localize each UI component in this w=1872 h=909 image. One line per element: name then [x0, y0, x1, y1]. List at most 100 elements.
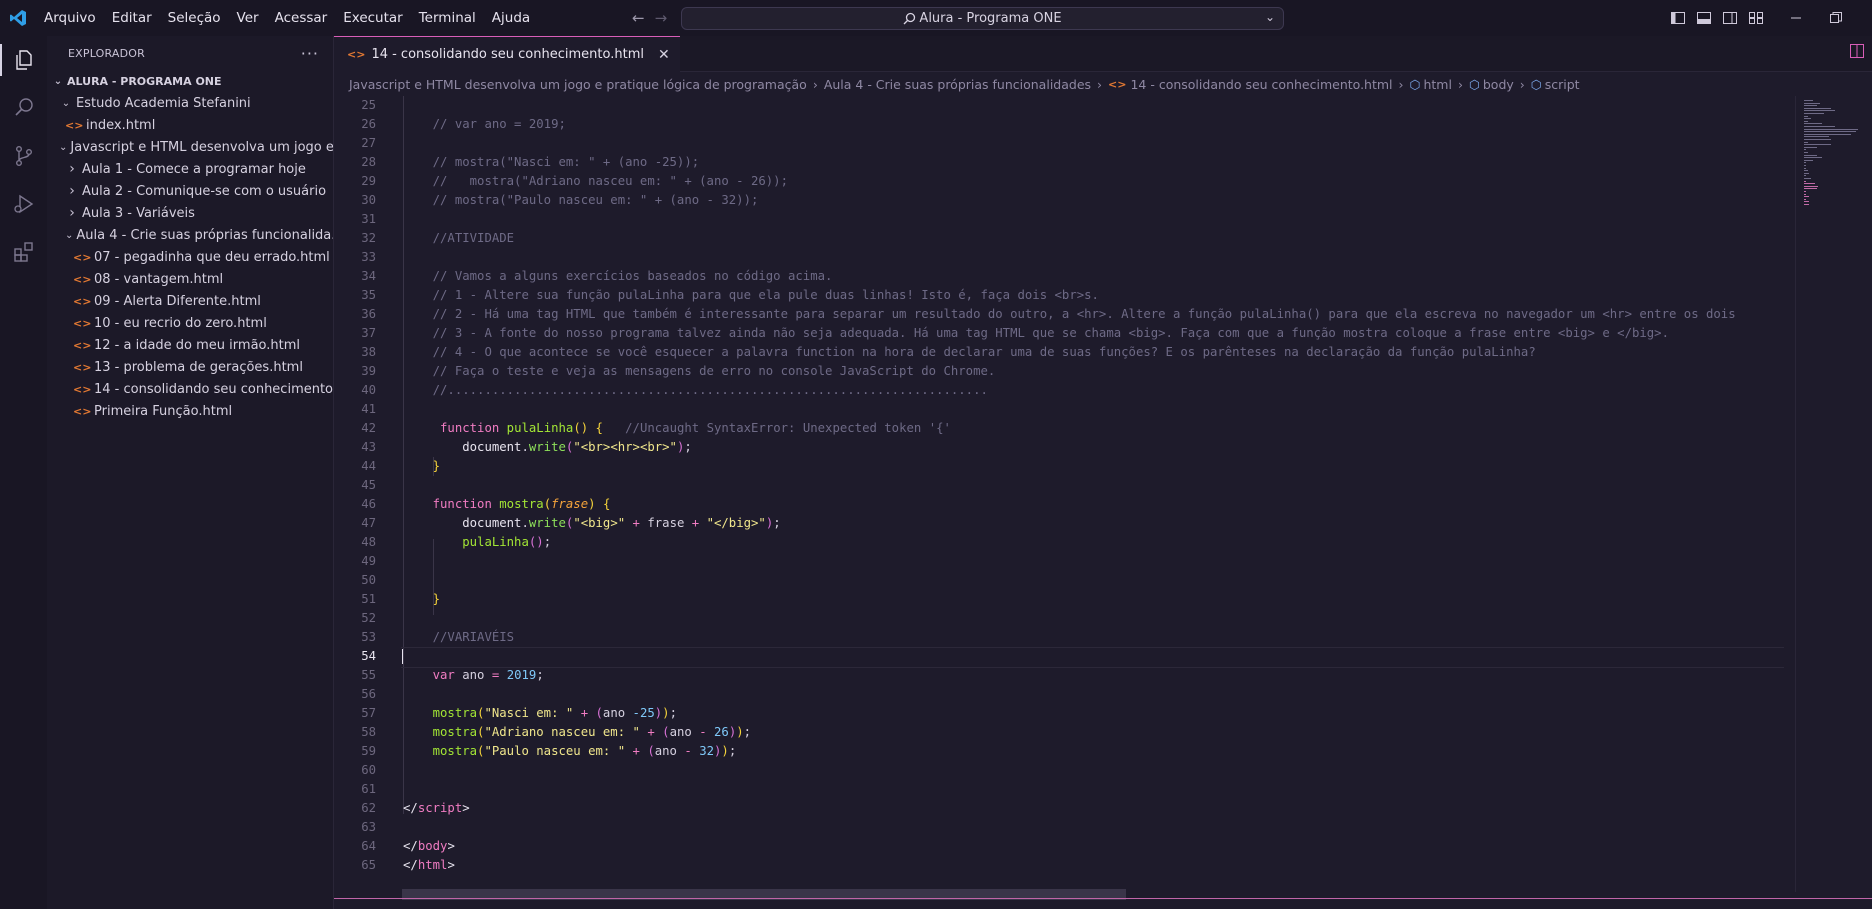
tree-file[interactable]: <> 09 - Alerta Diferente.html [47, 290, 333, 312]
line-number: 25 [361, 98, 376, 112]
line-number: 65 [361, 858, 376, 872]
minimap-line [1804, 128, 1858, 130]
line-number: 50 [361, 573, 376, 587]
toggle-primary-sidebar-icon[interactable] [1670, 10, 1686, 26]
tree-file[interactable]: <> 12 - a idade do meu irmão.html [47, 334, 333, 356]
chevron-down-icon: ⌄ [59, 141, 68, 153]
line-number: 58 [361, 725, 376, 739]
customize-layout-icon[interactable] [1748, 10, 1764, 26]
code-line: 46 function mostra(frase) { [334, 495, 1784, 514]
breadcrumb-item[interactable]: script [1545, 77, 1580, 92]
code-line: 43 document.write("<br><hr><br>"); [334, 438, 1784, 457]
code-text: var ano = 2019; [432, 668, 544, 682]
menu-arquivo[interactable]: Arquivo [36, 0, 104, 36]
code-line: 47 document.write("<big>" + frase + "</b… [334, 514, 1784, 533]
current-line-highlight [401, 647, 1784, 668]
tree-file[interactable]: <> 10 - eu recrio do zero.html [47, 312, 333, 334]
breadcrumb-item[interactable]: body [1483, 77, 1514, 92]
code-text: // 4 - O que acontece se você esquecer a… [432, 345, 1536, 359]
close-icon[interactable]: ✕ [658, 47, 670, 63]
code-line: 31 [334, 210, 1784, 229]
code-text: // mostra("Nasci em: " + (ano -25)); [432, 155, 700, 169]
breadcrumb-item[interactable]: html [1423, 77, 1451, 92]
breadcrumb-item[interactable]: Javascript e HTML desenvolva um jogo e p… [349, 77, 807, 92]
forward-arrow-icon[interactable]: → [655, 9, 668, 27]
chevron-down-icon: ⌄ [65, 229, 74, 241]
menu-seleção[interactable]: Seleção [160, 0, 229, 36]
code-text: // var ano = 2019; [432, 117, 566, 131]
tree-file[interactable]: <> Primeira Função.html [47, 400, 333, 422]
element-icon: ⬡ [1530, 76, 1542, 92]
code-line: 34 // Vamos a alguns exercícios baseados… [334, 267, 1784, 286]
source-control-icon[interactable] [0, 132, 47, 180]
minimap-line [1804, 170, 1808, 172]
minimize-icon[interactable] [1788, 10, 1804, 26]
toggle-panel-icon[interactable] [1696, 10, 1712, 26]
chevron-down-icon[interactable]: ⌄ [1265, 10, 1275, 24]
code-editor[interactable]: 25 26 // var ano = 2019; 27 28 // mostra("N… [334, 96, 1784, 892]
tree-folder[interactable]: ⌄ Javascript e HTML desenvolva um jogo e … [47, 136, 333, 158]
line-number: 44 [361, 459, 376, 473]
breadcrumb-item[interactable]: 14 - consolidando seu conhecimento.html [1130, 77, 1392, 92]
more-actions-icon[interactable]: ··· [301, 44, 319, 63]
chevron-right-icon: › [1519, 76, 1525, 92]
tree-item-label: 07 - pegadinha que deu errado.html [94, 249, 330, 265]
line-number: 51 [361, 592, 376, 606]
code-text: pulaLinha(); [462, 535, 552, 549]
menu-executar[interactable]: Executar [335, 0, 411, 36]
tree-file[interactable]: <> 07 - pegadinha que deu errado.html [47, 246, 333, 268]
chevron-right-icon: › [812, 76, 818, 92]
line-number: 48 [361, 535, 376, 549]
code-text: mostra("Adriano nasceu em: " + (ano - 26… [432, 725, 752, 739]
tree-folder[interactable]: ⌄ Estudo Academia Stefanini [47, 92, 333, 114]
split-editor-icon[interactable] [1850, 44, 1864, 62]
title-bar: Arquivo Editar Seleção Ver Acessar Executar Te… [0, 0, 1872, 36]
code-line: 59 mostra("Paulo nasceu em: " + (ano - 3… [334, 742, 1784, 761]
code-text: // Vamos a alguns exercícios baseados no… [432, 269, 833, 283]
breadcrumb-item[interactable]: Aula 4 - Crie suas próprias funcionalida… [824, 77, 1091, 92]
tree-item-label: Aula 3 - Variáveis [82, 205, 195, 221]
tree-folder[interactable]: › Aula 1 - Comece a programar hoje [47, 158, 333, 180]
code-line: 51 } [334, 590, 1784, 609]
minimap-line [1804, 193, 1806, 195]
menu-ver[interactable]: Ver [229, 0, 267, 36]
menu-editar[interactable]: Editar [104, 0, 160, 36]
code-text: // mostra("Paulo nasceu em: " + (ano - 3… [432, 193, 759, 207]
line-number: 33 [361, 250, 376, 264]
code-line: 61 [334, 780, 1784, 799]
menu-ajuda[interactable]: Ajuda [484, 0, 538, 36]
menu-acessar[interactable]: Acessar [267, 0, 336, 36]
tree-file[interactable]: <> index.html [47, 114, 333, 136]
tree-file[interactable]: <> 08 - vantagem.html [47, 268, 333, 290]
run-debug-icon[interactable] [0, 180, 47, 228]
minimap-line [1804, 115, 1808, 117]
menu-terminal[interactable]: Terminal [411, 0, 484, 36]
workspace-root[interactable]: ⌄ ALURA - PROGRAMA ONE [47, 70, 333, 92]
code-line: 49 [334, 552, 1784, 571]
tree-folder[interactable]: › Aula 2 - Comunique-se com o usuário [47, 180, 333, 202]
code-line: 37 // 3 - A fonte do nosso programa talv… [334, 324, 1784, 343]
command-center[interactable]: Alura - Programa ONE ⌄ [681, 7, 1284, 30]
tree-file[interactable]: <> 13 - problema de gerações.html [47, 356, 333, 378]
restore-icon[interactable] [1828, 10, 1844, 26]
chevron-right-icon: › [69, 205, 75, 221]
chevron-right-icon: › [1457, 76, 1463, 92]
tree-item-label: Aula 4 - Crie suas próprias funcionalida… [76, 227, 333, 243]
toggle-secondary-sidebar-icon[interactable] [1722, 10, 1738, 26]
code-text: function mostra(frase) { [432, 497, 611, 511]
tree-folder[interactable]: ⌄ Aula 4 - Crie suas próprias funcionalid… [47, 224, 333, 246]
code-text: </script> [403, 801, 470, 815]
tree-file[interactable]: <> 14 - consolidando seu conhecimento.h..… [47, 378, 333, 400]
minimap-line [1804, 180, 1806, 182]
extensions-icon[interactable] [0, 228, 47, 276]
code-line: 60 [334, 761, 1784, 780]
minimap-line [1804, 131, 1857, 133]
tree-folder[interactable]: › Aula 3 - Variáveis [47, 202, 333, 224]
back-arrow-icon[interactable]: ← [632, 9, 645, 27]
minimap[interactable] [1795, 96, 1872, 892]
search-icon[interactable] [0, 84, 47, 132]
code-line: 53 //VARIAVÉIS [334, 628, 1784, 647]
tab-consolidando[interactable]: <> 14 - consolidando seu conhecimento.ht… [334, 36, 680, 72]
explorer-icon[interactable] [0, 36, 47, 84]
html-file-icon: <> [73, 250, 92, 264]
